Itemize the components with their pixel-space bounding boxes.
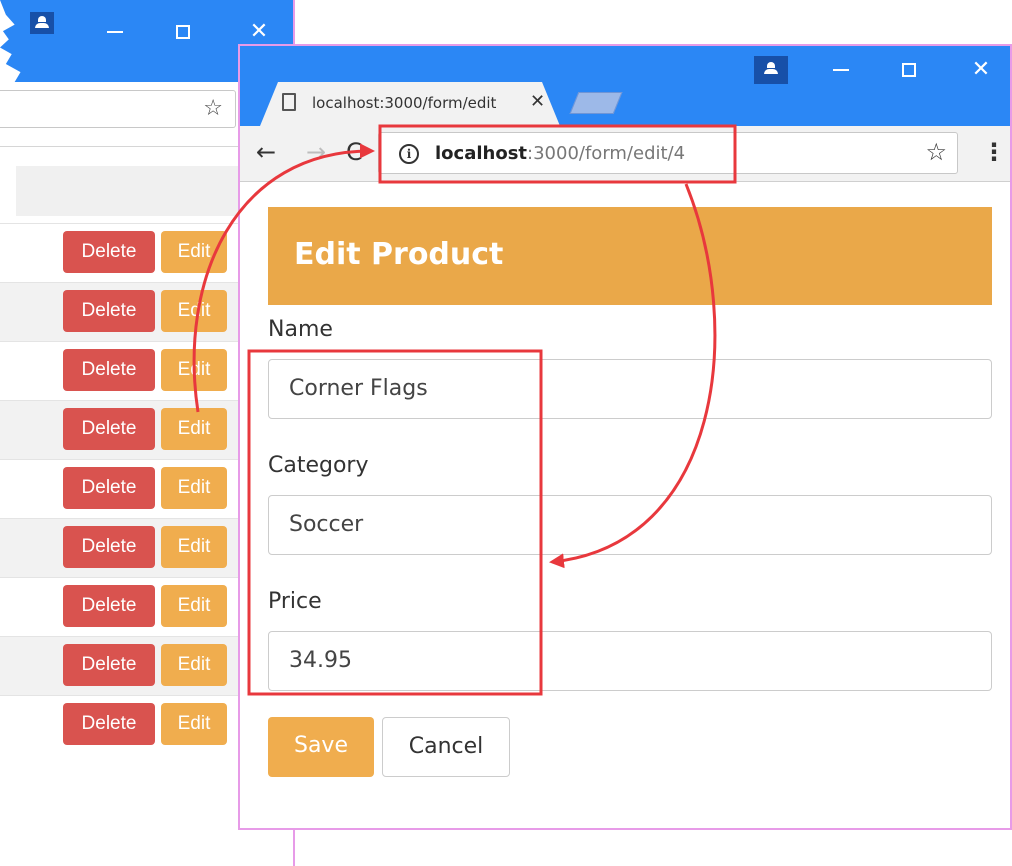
url-text: localhost:3000/form/edit/4 [435,143,686,164]
minimize-button[interactable] [818,54,864,86]
price-label: Price [268,589,322,614]
page-title: Edit Product [294,237,504,272]
delete-button[interactable]: Delete [63,408,155,450]
back-address-bar[interactable]: ☆ [0,90,236,128]
profile-icon[interactable] [754,56,788,84]
browser-toolbar: ← → C i localhost:3000/form/edit/4 ☆ ⋮ [240,126,1010,182]
save-button[interactable]: Save [268,717,374,777]
edit-button[interactable]: Edit [161,349,227,391]
panel-heading: Edit Product [268,207,992,305]
edit-button[interactable]: Edit [161,585,227,627]
star-icon[interactable]: ☆ [925,138,947,166]
star-icon[interactable]: ☆ [203,96,223,121]
category-input[interactable]: Soccer [268,495,992,555]
delete-button[interactable]: Delete [63,467,155,509]
delete-button[interactable]: Delete [63,644,155,686]
maximize-button[interactable] [886,54,932,86]
forward-arrow-icon[interactable]: → [306,138,326,166]
close-icon: ✕ [971,57,991,82]
info-icon[interactable]: i [399,144,419,164]
delete-button[interactable]: Delete [63,231,155,273]
maximize-icon [902,63,916,77]
profile-icon[interactable] [30,12,54,34]
name-input[interactable]: Corner Flags [268,359,992,419]
reload-icon[interactable]: C [346,138,363,166]
tab-title: localhost:3000/form/edit [312,94,497,112]
page-content: Edit Product Name Corner Flags Category … [240,183,1010,828]
edit-button[interactable]: Edit [161,231,227,273]
maximize-icon [176,25,190,39]
category-label: Category [268,453,369,478]
maximize-button[interactable] [160,16,206,48]
edit-button[interactable]: Edit [161,467,227,509]
delete-button[interactable]: Delete [63,349,155,391]
price-input[interactable]: 34.95 [268,631,992,691]
address-bar[interactable]: i localhost:3000/form/edit/4 ☆ [378,132,958,174]
name-label: Name [268,317,333,342]
back-arrow-icon[interactable]: ← [256,138,276,166]
delete-button[interactable]: Delete [63,703,155,745]
minimize-button[interactable] [92,16,138,48]
edit-button[interactable]: Edit [161,703,227,745]
edit-button[interactable]: Edit [161,290,227,332]
close-button[interactable]: ✕ [958,54,1004,86]
delete-button[interactable]: Delete [63,290,155,332]
new-tab-button[interactable] [569,92,623,114]
edit-button[interactable]: Edit [161,644,227,686]
front-browser-window: ✕ localhost:3000/form/edit ✕ ← → C i loc… [238,44,1012,830]
minimize-icon [107,31,123,33]
delete-button[interactable]: Delete [63,585,155,627]
tab-close-icon[interactable]: ✕ [530,91,545,112]
page-icon [282,93,296,111]
menu-icon[interactable]: ⋮ [982,140,1006,164]
minimize-icon [833,69,849,71]
close-icon: ✕ [249,19,269,44]
delete-button[interactable]: Delete [63,526,155,568]
edit-button[interactable]: Edit [161,526,227,568]
browser-tab[interactable]: localhost:3000/form/edit ✕ [260,82,560,126]
edit-button[interactable]: Edit [161,408,227,450]
cancel-button[interactable]: Cancel [382,717,510,777]
